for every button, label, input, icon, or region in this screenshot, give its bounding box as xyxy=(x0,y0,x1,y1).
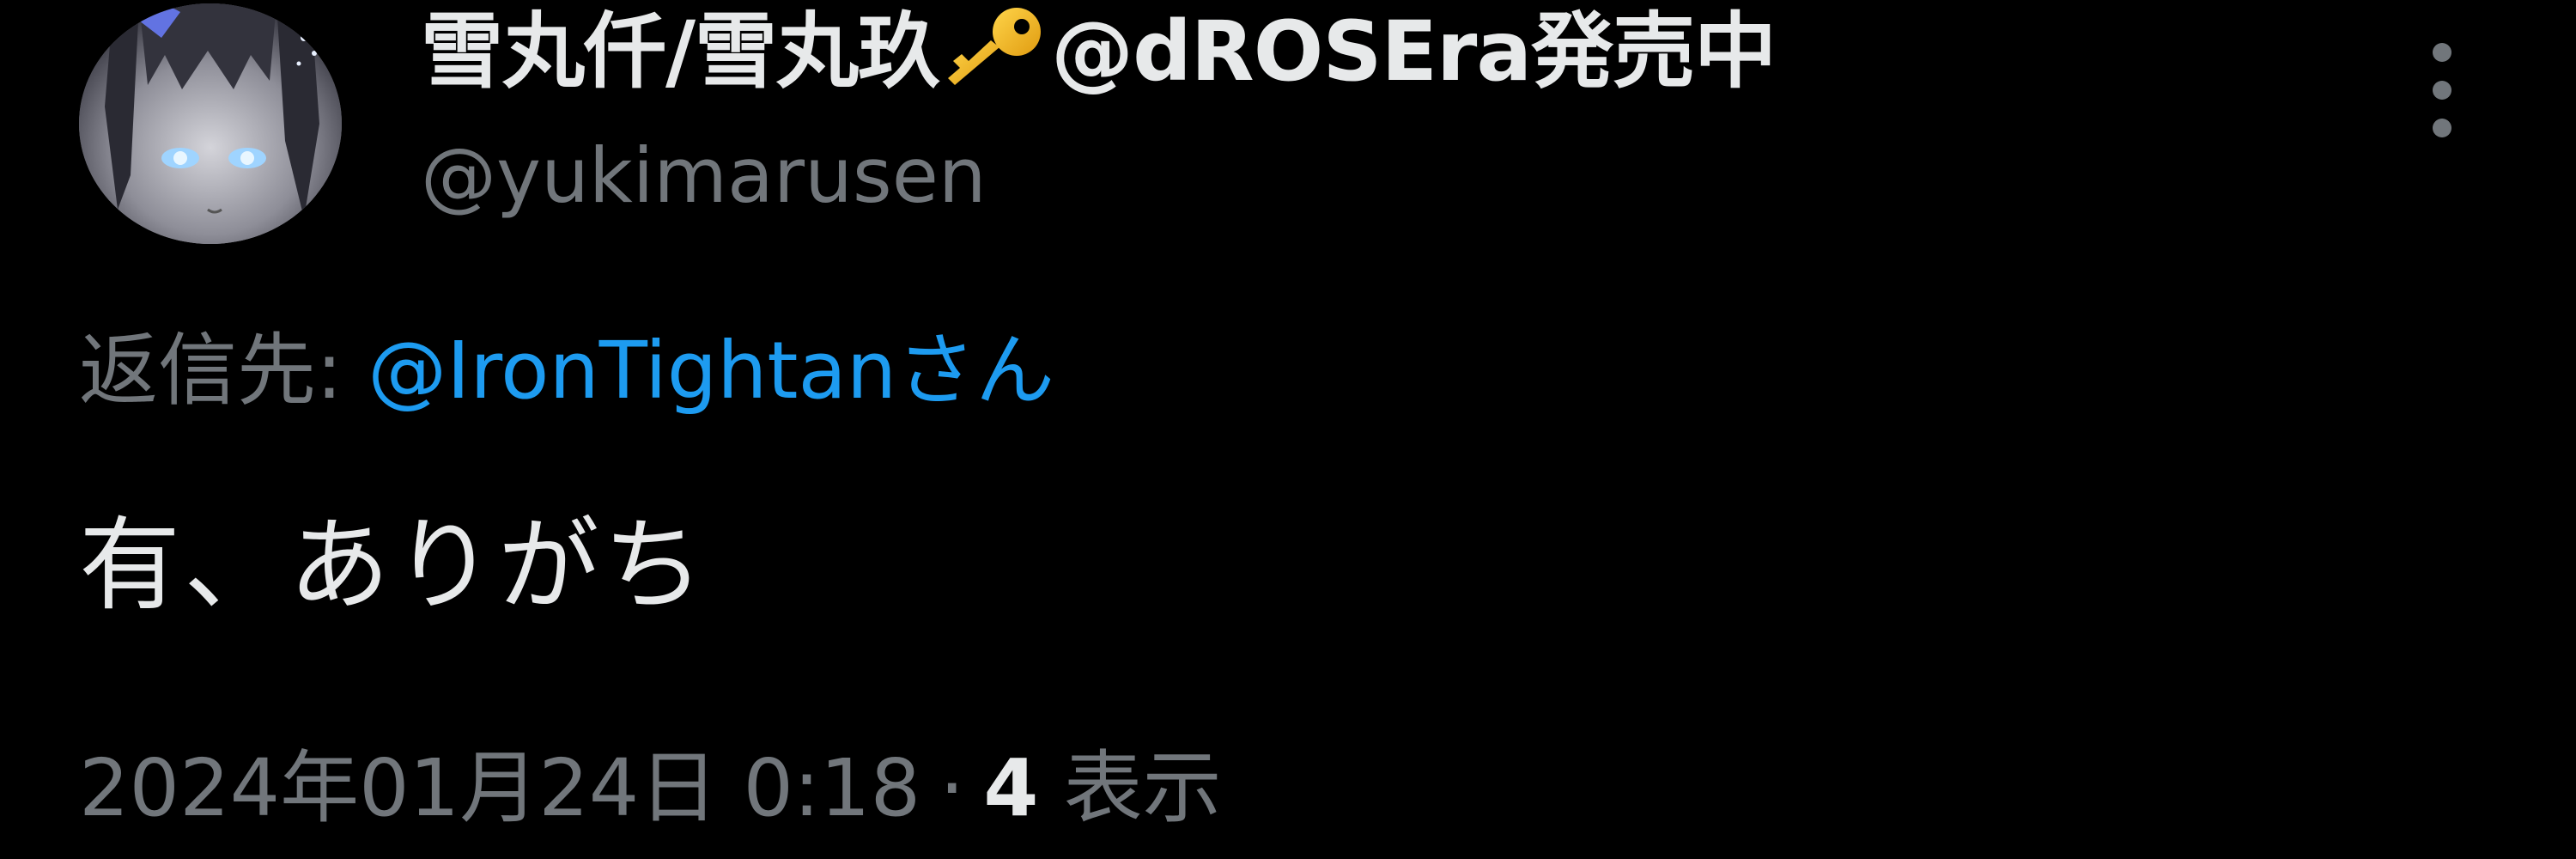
user-handle[interactable]: @yukimarusen xyxy=(421,129,987,223)
meta-separator: · xyxy=(939,742,965,834)
reply-mention-link[interactable]: @IronTightanさん xyxy=(368,325,1054,417)
avatar-image xyxy=(79,3,342,244)
reply-to-line: 返信先: @IronTightanさん xyxy=(79,320,1054,423)
tweet-timestamp[interactable]: 2024年01月24日 0:18 xyxy=(79,742,920,834)
key-icon xyxy=(943,3,1048,88)
tweet: 雪丸仟/雪丸玖 @dROSEra発売中 @yukimarusen 返信先: @I… xyxy=(0,0,2576,859)
display-name-part2: @dROSEra発売中 xyxy=(1051,3,1777,100)
more-vertical-icon-dot-bottom xyxy=(2433,119,2451,137)
tweet-text: 有、ありがち xyxy=(79,506,708,624)
more-vertical-icon-dot-top xyxy=(2433,43,2451,62)
display-name[interactable]: 雪丸仟/雪丸玖 @dROSEra発売中 xyxy=(421,0,1777,103)
views-label: 表示 xyxy=(1063,742,1222,834)
more-vertical-icon-dot-middle xyxy=(2433,81,2451,100)
more-options-button[interactable] xyxy=(2404,34,2482,146)
display-name-part1: 雪丸仟/雪丸玖 xyxy=(421,3,940,100)
avatar[interactable] xyxy=(79,3,342,244)
reply-to-label: 返信先: xyxy=(79,325,368,417)
tweet-meta: 2024年01月24日 0:18 · 4 表示 xyxy=(79,737,1222,840)
views-count: 4 xyxy=(983,742,1039,834)
